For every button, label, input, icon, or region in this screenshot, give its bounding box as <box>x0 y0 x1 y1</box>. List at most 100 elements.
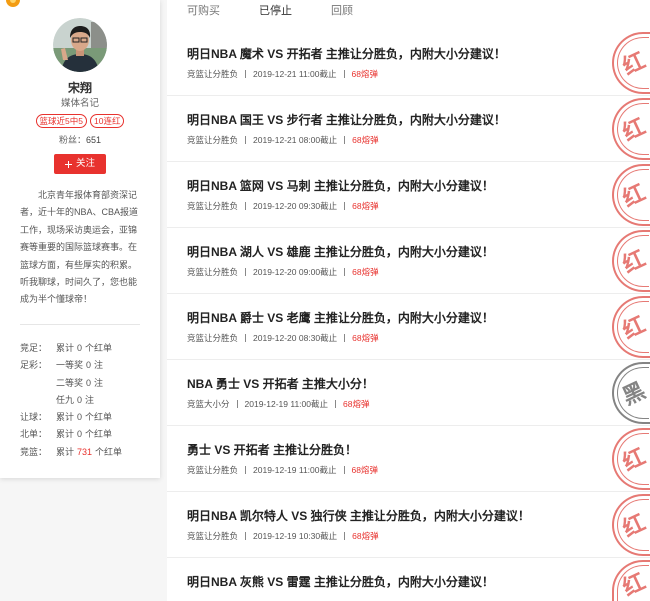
article-item[interactable]: 明日NBA 湖人 VS 雄鹿 主推让分胜负，内附大小分建议！ 竞篮让分胜负 20… <box>167 228 650 294</box>
stat-label: 足彩： <box>20 360 48 371</box>
stat-label: 竞篮： <box>20 446 48 457</box>
fans-label: 粉丝： <box>58 135 86 145</box>
stat-suffix: 注 <box>94 377 104 388</box>
result-stamp-text: 红 <box>618 47 650 80</box>
article-type: 竞篮让分胜负 <box>187 267 239 277</box>
article-item[interactable]: NBA 勇士 VS 开拓者 主推大小分！ 竞篮大小分 2019-12-19 11… <box>167 360 650 426</box>
meta-separator <box>245 466 247 474</box>
result-stamp: 红 <box>612 494 650 556</box>
result-stamp: 红 <box>612 428 650 490</box>
article-price: 68熔弹 <box>352 267 379 277</box>
author-name: 宋翔 <box>67 81 92 95</box>
article-item[interactable]: 明日NBA 爵士 VS 老鹰 主推让分胜负，内附大小分建议！ 竞篮让分胜负 20… <box>167 294 650 360</box>
article-price: 68熔弹 <box>352 135 379 145</box>
article-deadline: 2019-12-20 09:30截止 <box>253 201 338 211</box>
result-stamp-text: 红 <box>618 509 650 542</box>
stat-prefix: 二等奖 <box>56 377 84 388</box>
meta-separator <box>335 400 336 408</box>
meta-separator <box>344 334 346 342</box>
article-deadline: 2019-12-19 11:00截止 <box>244 399 328 409</box>
fans-count: 粉丝：651 <box>0 133 160 147</box>
article-panel: 可购买 已停止 回顾 明日NBA 魔术 VS 开拓者 主推让分胜负，内附大小分建… <box>167 0 650 601</box>
author-role: 媒体名记 <box>60 98 99 109</box>
article-meta: 竞篮让分胜负 2019-12-21 11:00截止 68熔弹 <box>187 68 378 80</box>
stat-prefix: 累计 <box>56 412 75 423</box>
stat-label: 竞足： <box>20 343 48 353</box>
stat-suffix: 个红单 <box>85 412 113 423</box>
article-meta: 竞篮让分胜负 2019-12-20 09:30截止 68熔弹 <box>187 200 379 212</box>
stat-count: 0 <box>86 377 92 388</box>
stat-count: 0 <box>77 394 83 405</box>
stat-label <box>20 375 56 392</box>
article-deadline: 2019-12-20 08:30截止 <box>253 333 338 343</box>
tab-review[interactable]: 回顾 <box>331 0 403 22</box>
article-title[interactable]: 勇士 VS 开拓者 主推让分胜负！ <box>187 442 357 458</box>
article-price: 68熔弹 <box>351 465 378 475</box>
stat-row: 二等奖 0 注 <box>20 375 122 392</box>
result-stamp: 黑 <box>612 362 650 424</box>
stat-prefix: 累计 <box>56 446 75 457</box>
follow-label: 关注 <box>75 158 95 169</box>
meta-separator <box>344 532 346 540</box>
avatar[interactable] <box>53 18 107 72</box>
article-price: 68熔弹 <box>352 333 379 343</box>
stat-label: 北单： <box>20 429 48 440</box>
stat-prefix: 任九 <box>56 394 75 405</box>
stat-prefix: 累计 <box>56 343 75 353</box>
stat-suffix: 个红单 <box>95 446 123 457</box>
follow-button[interactable]: 关注 <box>54 154 106 174</box>
result-stamp: 红 <box>612 296 650 358</box>
stat-suffix: 注 <box>85 394 95 405</box>
stat-row: 足彩： 一等奖 0 注 <box>20 357 122 374</box>
article-item[interactable]: 明日NBA 凯尔特人 VS 独行侠 主推让分胜负，内附大小分建议！ 竞篮让分胜负… <box>167 492 650 558</box>
stat-row: 竞足： 累计 0 个红单 <box>20 340 122 357</box>
result-stamp-text: 红 <box>618 245 650 278</box>
article-list: 明日NBA 魔术 VS 开拓者 主推让分胜负，内附大小分建议！ 竞篮让分胜负 2… <box>167 30 650 601</box>
fans-value: 651 <box>85 135 102 145</box>
meta-separator <box>245 268 247 276</box>
stat-prefix: 一等奖 <box>56 360 84 371</box>
stat-count: 0 <box>86 360 92 371</box>
article-title[interactable]: 明日NBA 魔术 VS 开拓者 主推让分胜负，内附大小分建议！ <box>187 46 506 62</box>
result-stamp: 红 <box>612 164 650 226</box>
stat-suffix: 个红单 <box>85 343 113 353</box>
article-title[interactable]: 明日NBA 凯尔特人 VS 独行侠 主推让分胜负，内附大小分建议！ <box>187 508 530 524</box>
stat-row: 让球： 累计 0 个红单 <box>20 409 122 426</box>
status-tabs: 可购买 已停止 回顾 <box>187 0 403 22</box>
article-type: 竞篮让分胜负 <box>187 531 239 541</box>
article-deadline: 2019-12-19 11:00截止 <box>253 465 337 475</box>
result-stamp: 红 <box>612 230 650 292</box>
stat-count: 0 <box>77 343 83 353</box>
tab-available[interactable]: 可购买 <box>187 0 259 22</box>
article-title[interactable]: 明日NBA 灰熊 VS 雷霆 主推让分胜负，内附大小分建议！ <box>187 574 494 590</box>
article-title[interactable]: 明日NBA 篮网 VS 马刺 主推让分胜负，内附大小分建议！ <box>187 178 494 194</box>
article-title[interactable]: NBA 勇士 VS 开拓者 主推大小分！ <box>187 376 374 392</box>
article-deadline: 2019-12-20 09:00截止 <box>253 267 338 277</box>
article-item[interactable]: 勇士 VS 开拓者 主推让分胜负！ 竞篮让分胜负 2019-12-19 11:0… <box>167 426 650 492</box>
result-stamp-text: 红 <box>618 311 650 344</box>
meta-separator <box>245 532 247 540</box>
article-meta: 竞篮让分胜负 2019-12-19 11:00截止 68熔弹 <box>187 464 378 476</box>
article-title[interactable]: 明日NBA 爵士 VS 老鹰 主推让分胜负，内附大小分建议！ <box>187 310 494 326</box>
meta-separator <box>344 202 346 210</box>
tab-stopped[interactable]: 已停止 <box>259 0 331 22</box>
plus-icon <box>64 160 72 168</box>
result-stamp-text: 红 <box>618 568 650 601</box>
stat-count: 0 <box>77 412 83 423</box>
meta-separator <box>245 136 247 144</box>
result-stamp-text: 红 <box>618 179 650 212</box>
stat-row: 任九 0 注 <box>20 392 122 409</box>
stat-prefix: 累计 <box>56 429 75 440</box>
article-title[interactable]: 明日NBA 国王 VS 步行者 主推让分胜负，内附大小分建议！ <box>187 112 506 128</box>
author-sidebar: 宋翔 媒体名记 篮球近5中5 10连红 粉丝：651 关注 北京青年报体育部资深… <box>0 0 160 478</box>
stat-label <box>20 392 56 409</box>
stat-suffix: 个红单 <box>85 429 113 440</box>
result-stamp: 红 <box>612 560 650 601</box>
article-item[interactable]: 明日NBA 魔术 VS 开拓者 主推让分胜负，内附大小分建议！ 竞篮让分胜负 2… <box>167 30 650 96</box>
article-title[interactable]: 明日NBA 湖人 VS 雄鹿 主推让分胜负，内附大小分建议！ <box>187 244 494 260</box>
article-item[interactable]: 明日NBA 国王 VS 步行者 主推让分胜负，内附大小分建议！ 竞篮让分胜负 2… <box>167 96 650 162</box>
article-item[interactable]: 明日NBA 篮网 VS 马刺 主推让分胜负，内附大小分建议！ 竞篮让分胜负 20… <box>167 162 650 228</box>
article-meta: 竞篮让分胜负 2019-12-20 09:00截止 68熔弹 <box>187 266 379 278</box>
article-item[interactable]: 明日NBA 灰熊 VS 雷霆 主推让分胜负，内附大小分建议！ 红 <box>167 558 650 601</box>
result-stamp-text: 红 <box>618 443 650 476</box>
